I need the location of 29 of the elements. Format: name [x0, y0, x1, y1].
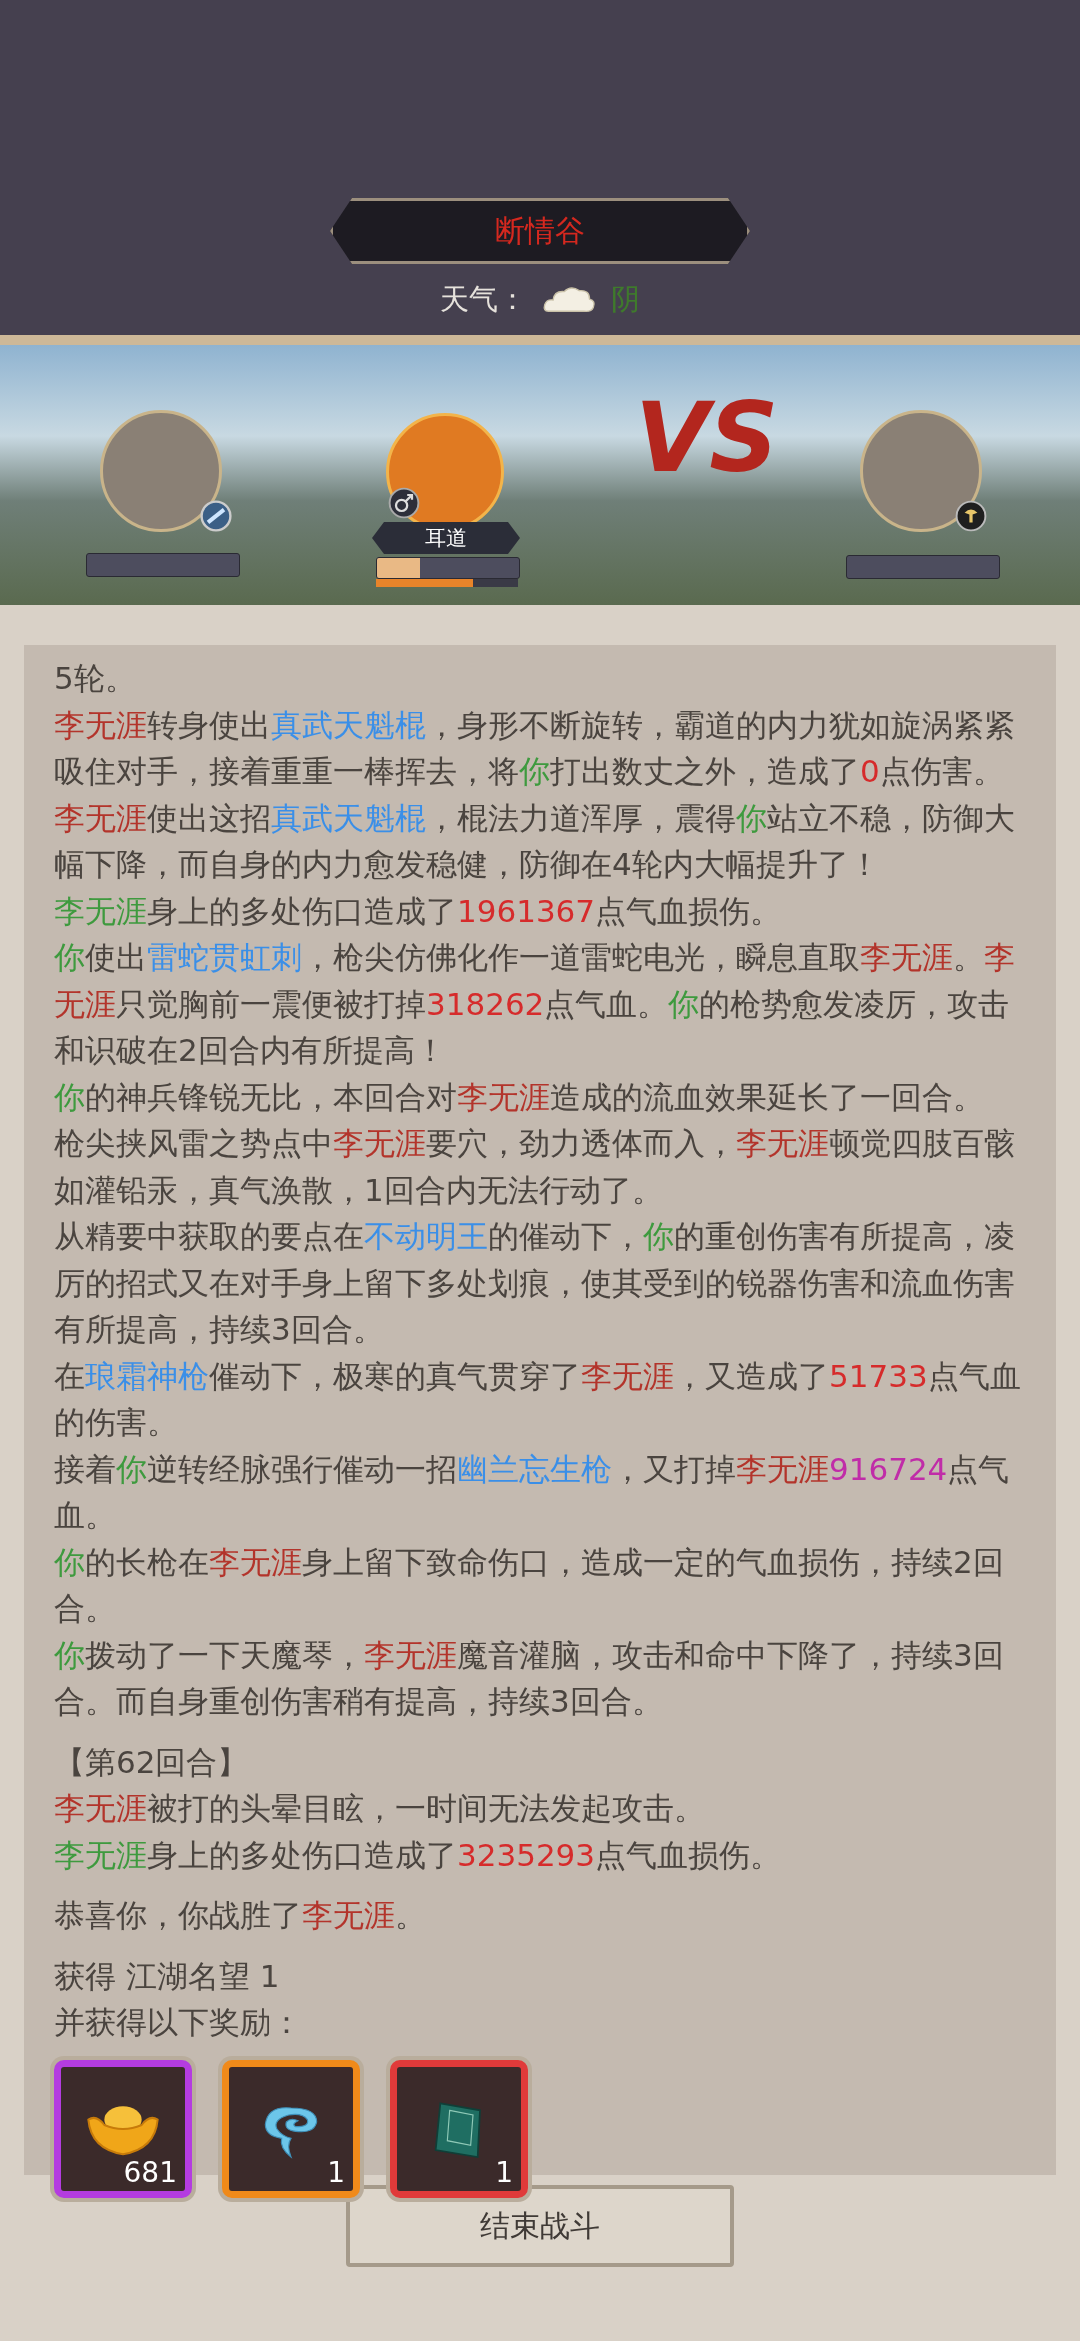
weapon-badge-icon [200, 500, 232, 532]
weather-label: 天气： [440, 281, 527, 318]
battle-log-entry: 并获得以下奖励： [54, 2003, 303, 2042]
battle-log-entry: 李无涯身上的多处伤口造成了 1961367点气血损伤。 [54, 891, 783, 931]
battle-log-entry: 你拨动了一下天魔琴，李无涯魔音灌脑，攻击和命中下降了，持续3回合。而自身重创伤害稍有提高，持续3回合。 [54, 1635, 1005, 1721]
emblem-badge-icon [955, 500, 987, 532]
item-count: 681 [123, 2155, 177, 2189]
battle-log-entry: 5轮。 [54, 659, 137, 698]
battle-log-entry: 李无涯转身使出真武天魁棍，身形不断旋转，霸道的内力犹如旋涡紧紧吸住对手，接着重重一棒挥去，将你打出数丈之外，造成了 0点伤害。 [54, 705, 1016, 791]
versus-text: VS [635, 390, 779, 486]
battle-log-entry: 接着你逆转经脉强行催动一招幽兰忘生枪，又打掉李无涯916724点气血。 [54, 1449, 1011, 1535]
battle-log-entry: 李无涯使出这招真武天魁棍，棍法力道浑厚，震得你站立不稳，防御大幅下降，而自身的内力愈发稳健，防御在4轮内大幅提升了！ [54, 798, 1016, 884]
battle-log-entry: 李无涯身上的多处伤口造成了 3235293点气血损伤。 [54, 1835, 783, 1875]
end-battle-button[interactable]: 结束战斗 [346, 2185, 734, 2267]
battle-log-entry: 从精要中获取的要点在不动明王的催动下，你的重创伤害有所提高，凌厉的招式又在对手身上留下多处划痕，使其受到的锐器伤害和流血伤害有所提高，持续3回合。 [54, 1217, 1016, 1349]
battle-log-entry: 李无涯被打的头晕目眩，一时间无法发起攻击。 [54, 1789, 706, 1828]
battle-log-entry: 在琅霜神枪催动下，极寒的真气贯穿了李无涯，又造成了 51733点气血的伤害。 [54, 1356, 1022, 1442]
battle-log-entry: 你的神兵锋锐无比，本回合对李无涯造成的流血效果延长了一回合。 [54, 1077, 985, 1117]
fighter-name: 耳道 [372, 522, 520, 554]
battle-log-entry: 获得 江湖名望 1 [54, 1956, 281, 1996]
location-title: 断情谷 [330, 198, 750, 264]
battle-log-entry: 枪尖挟风雷之势点中李无涯要穴，劲力透体而入，李无涯顿觉四肢百骸如灌铅汞，真气涣散，1回合内无法行动了。 [54, 1124, 1016, 1210]
battle-log-entry: 恭喜你，你战胜了李无涯。 [54, 1896, 427, 1935]
male-symbol-icon [388, 487, 420, 519]
item-count: 1 [327, 2155, 345, 2189]
battle-log-entry: 【第62回合】 [54, 1742, 250, 1782]
battle-log-entry: 你使出雷蛇贯虹刺，枪尖仿佛化作一道雷蛇电光，瞬息直取李无涯。李无涯只觉胸前一震便被打掉318262点气血。你的枪势愈发凌厉，攻击和识破在2回合内有所提高！ [54, 938, 1016, 1070]
weather-value: 阴 [611, 281, 640, 318]
battle-log-entry: 你的长枪在李无涯身上留下致命伤口，造成一定的气血损伤，持续2回合。 [54, 1542, 1005, 1628]
